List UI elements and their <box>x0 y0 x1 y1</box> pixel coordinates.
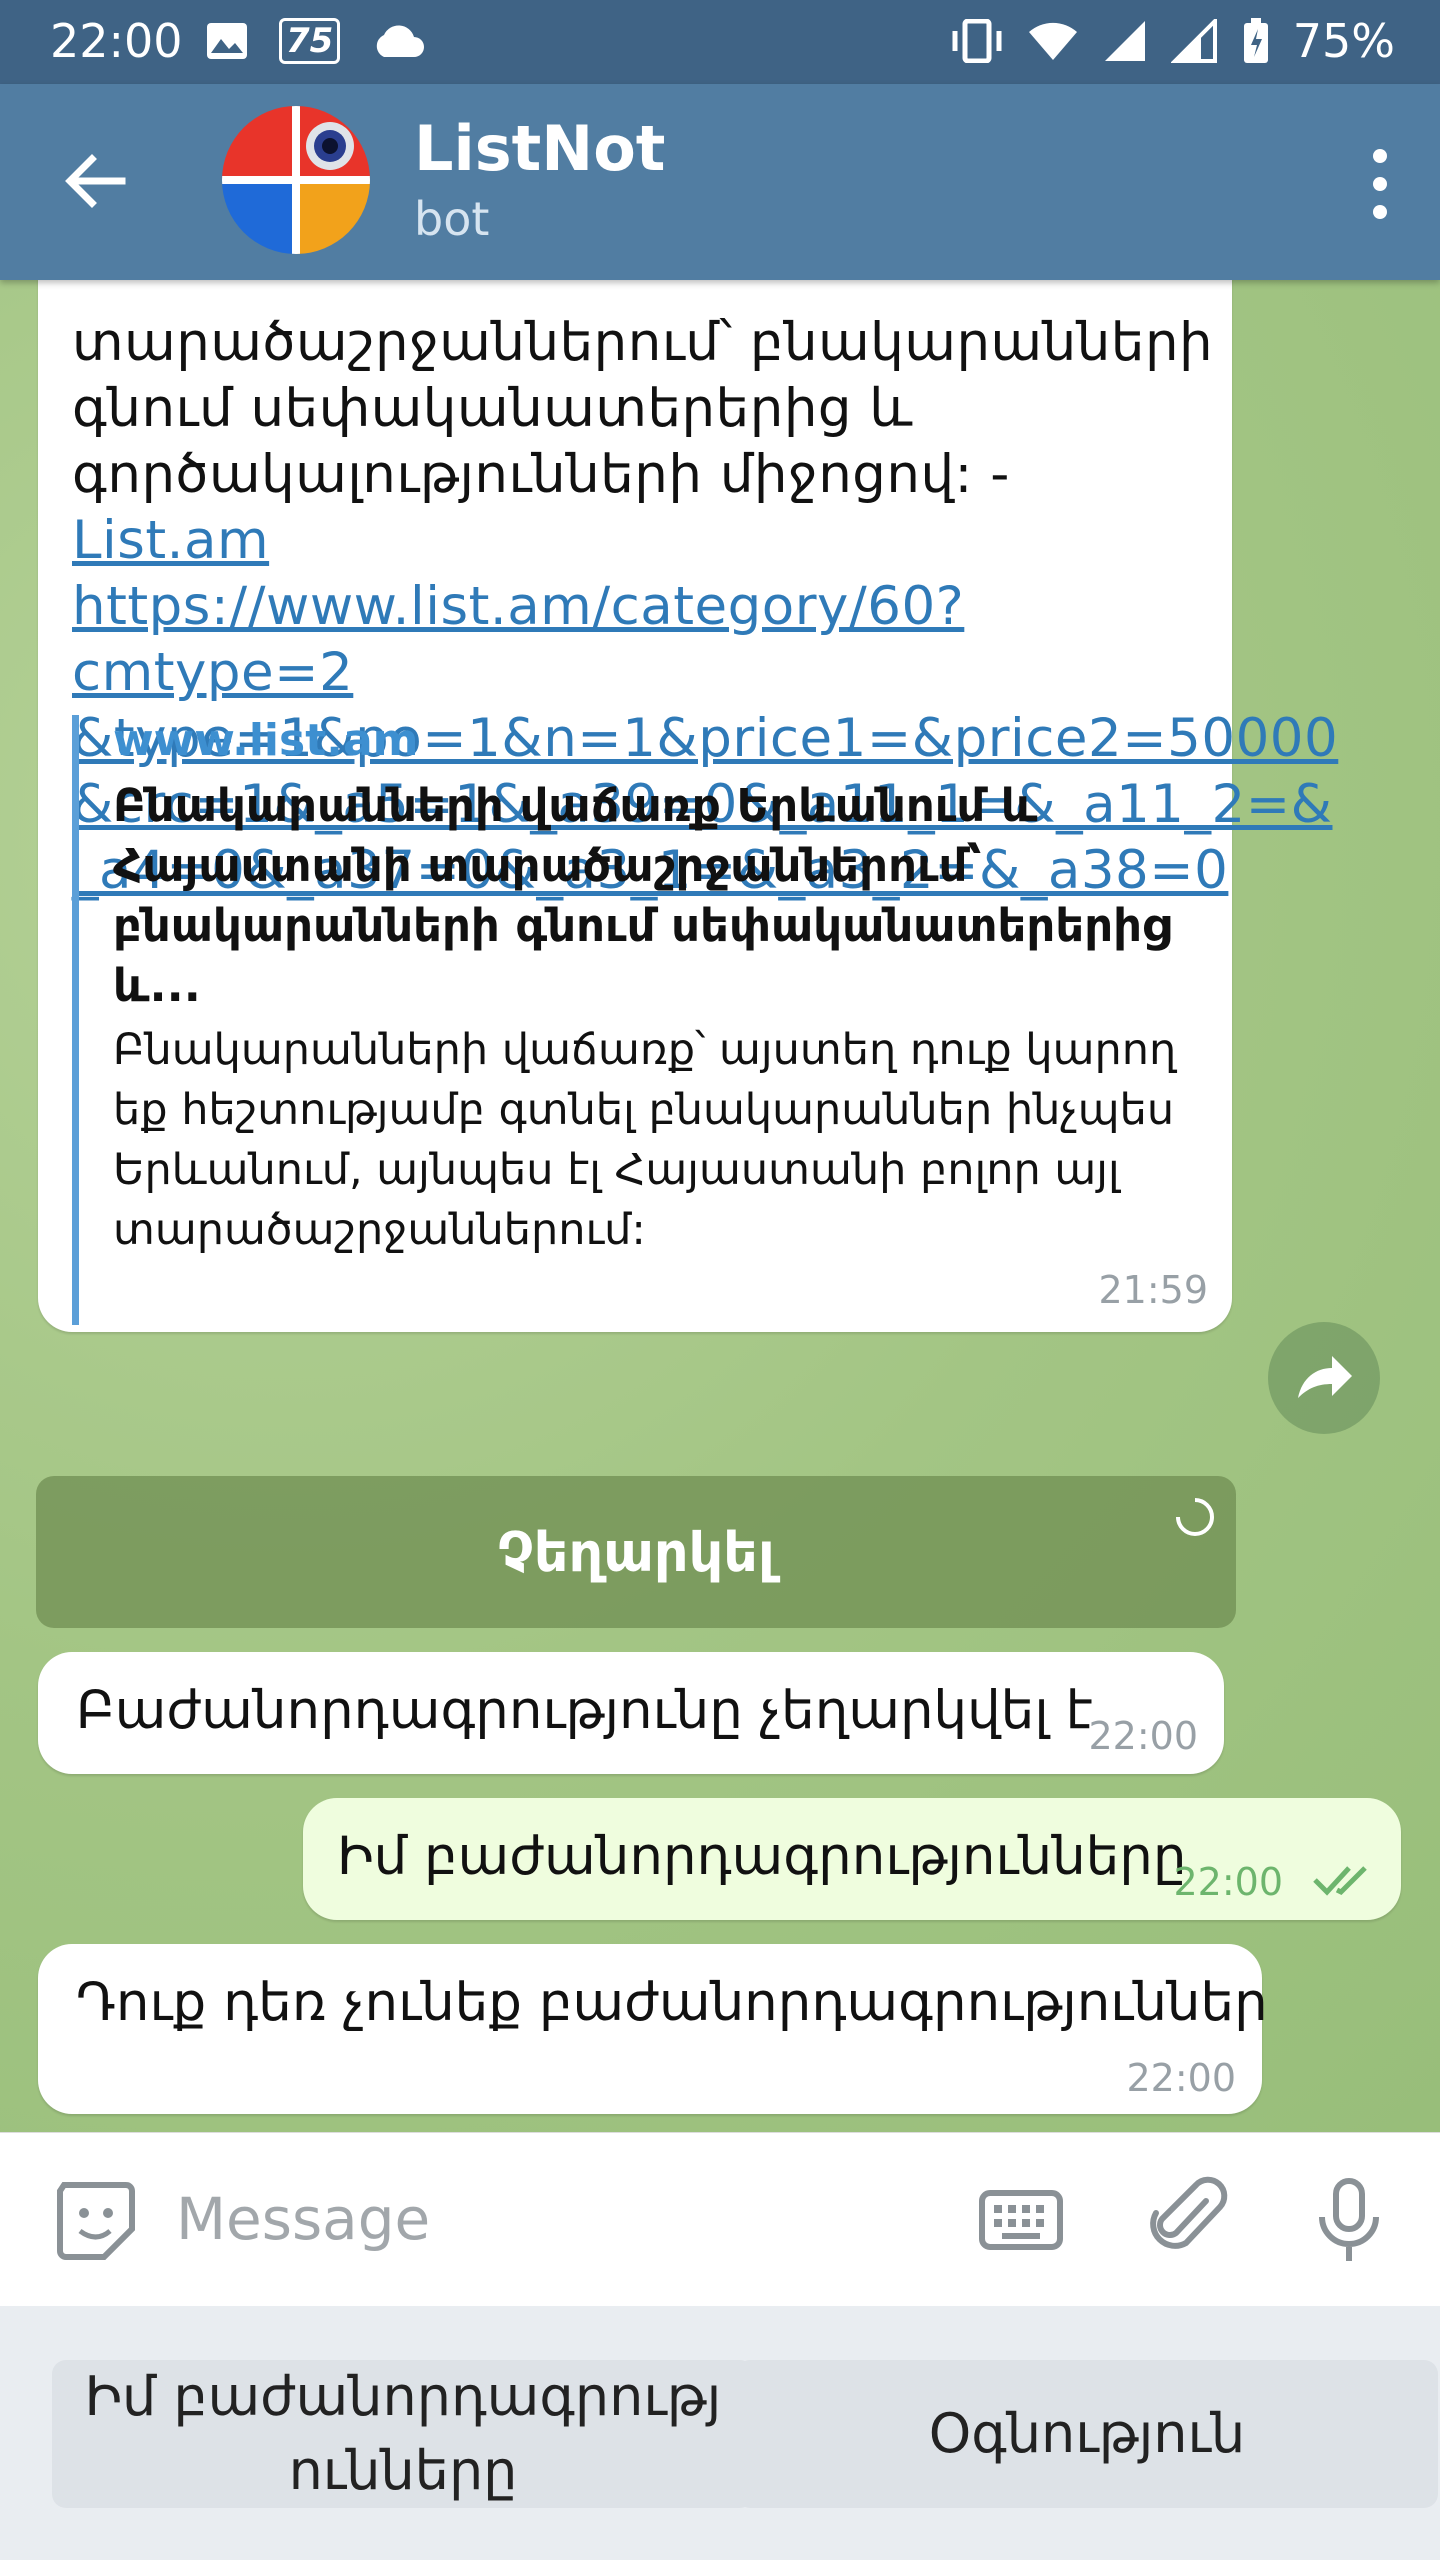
message-body: տարածաշրջաններում՝ բնակարանների գնում սե… <box>72 312 1214 505</box>
message-text: Բաժանորդագրությունը չեղարկվել է <box>76 1680 1093 1741</box>
help-button[interactable]: Օգնություն <box>736 2360 1438 2508</box>
signal-icon-2 <box>1170 19 1217 63</box>
emoji-sticker-icon[interactable] <box>50 2175 140 2265</box>
image-icon <box>207 23 247 59</box>
chat-subtitle: bot <box>414 192 490 246</box>
message-input[interactable]: Message <box>176 2185 430 2253</box>
my-subscriptions-button[interactable]: Իմ բաժանորդագրությ ունները <box>52 2360 754 2508</box>
inline-button-label: Չեղարկել <box>497 1520 775 1584</box>
bot-keyboard: Իմ բաժանորդագրությ ունները Օգնություն <box>0 2306 1440 2560</box>
vibrate-icon <box>952 19 1002 63</box>
notification-badge: 75 <box>279 18 341 64</box>
incoming-message: Բաժանորդագրությունը չեղարկվել է 22:00 <box>38 1652 1224 1774</box>
share-icon <box>1298 1356 1352 1398</box>
message-text: Իմ բաժանորդագրությունները <box>337 1826 1187 1887</box>
link-list-am[interactable]: List.am <box>72 510 269 571</box>
chat-header: ListNot bot <box>0 84 1440 280</box>
message-time: 22:00 <box>1126 2056 1236 2100</box>
loading-spinner-icon <box>1176 1498 1214 1536</box>
message-time: 22:00 <box>1088 1714 1198 1758</box>
preview-title: Բնակարանների վաճառք Երևանում և Հայաստանի… <box>113 779 1171 1012</box>
preview-site: www.list.am <box>113 715 419 766</box>
status-bar: 22:00 75 75% <box>0 0 1440 84</box>
battery-icon <box>1243 18 1268 63</box>
message-time: 21:59 <box>1098 1268 1208 1312</box>
message-input-bar: Message <box>0 2132 1440 2307</box>
wifi-icon <box>1028 22 1077 60</box>
back-arrow-icon[interactable] <box>60 146 130 216</box>
battery-percent: 75% <box>1292 14 1395 68</box>
cloud-icon <box>377 25 425 57</box>
preview-description: Բնակարանների վաճառք՝ այստեղ դուք կարող ե… <box>113 1025 1177 1255</box>
link-preview[interactable]: www.list.am Բնակարանների վաճառք Երևանում… <box>72 715 1192 1325</box>
incoming-message: տարածաշրջաններում՝ բնակարանների գնում սե… <box>38 280 1338 1332</box>
status-time: 22:00 <box>50 14 183 68</box>
cancel-inline-button[interactable]: Չեղարկել <box>36 1476 1236 1628</box>
more-menu-icon[interactable] <box>1360 144 1400 224</box>
message-text: Դուք դեռ չունեք բաժանորդագրություններ <box>76 1972 1268 2033</box>
bot-avatar[interactable] <box>222 106 370 254</box>
signal-icon <box>1104 21 1145 61</box>
chat-title: ListNot <box>414 112 666 185</box>
keyboard-icon[interactable] <box>976 2175 1066 2265</box>
incoming-message: Դուք դեռ չունեք բաժանորդագրություններ 22… <box>38 1944 1268 2114</box>
chat-area[interactable]: տարածաշրջաններում՝ բնակարանների գնում սե… <box>0 280 1440 2132</box>
outgoing-message: Իմ բաժանորդագրությունները 22:00 <box>303 1798 1401 1920</box>
microphone-icon[interactable] <box>1304 2175 1394 2265</box>
attach-icon[interactable] <box>1144 2175 1234 2265</box>
message-time: 22:00 <box>1173 1860 1283 1904</box>
share-button[interactable] <box>1268 1322 1380 1434</box>
double-check-icon <box>1313 1866 1367 1896</box>
